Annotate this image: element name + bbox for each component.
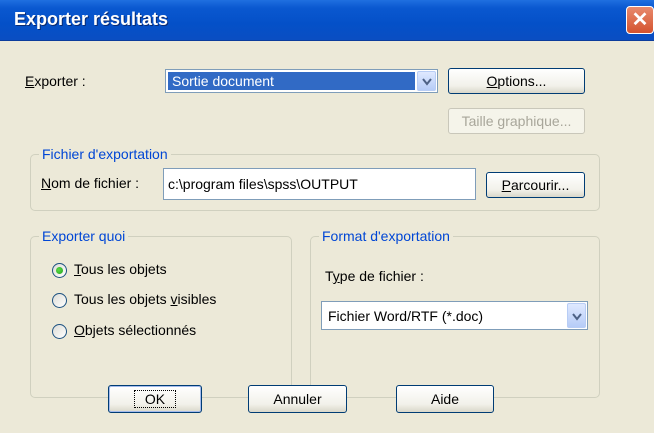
taille-graphique-button[interactable]: Taille graphique... [448, 108, 585, 134]
chevron-down-icon [422, 78, 432, 86]
export-label: Exporter : [25, 73, 86, 89]
type-fichier-label: Type de fichier : [325, 268, 424, 284]
close-icon: ✕ [631, 9, 649, 31]
window-title: Exporter résultats [14, 9, 169, 29]
close-button[interactable]: ✕ [626, 6, 654, 34]
dialog-body: Exporter : Sortie document Options... Ta… [0, 41, 654, 433]
export-select-arrow[interactable] [417, 71, 436, 91]
radio-objets-visibles[interactable] [52, 293, 67, 308]
type-fichier-select[interactable]: Fichier Word/RTF (*.doc) [321, 301, 588, 330]
nom-fichier-label: Nom de fichier : [41, 175, 140, 191]
ok-button[interactable]: OK [108, 385, 202, 413]
fichier-export-legend: Fichier d'exportation [39, 146, 171, 162]
radio-objets-selectionnes[interactable] [52, 324, 67, 339]
radio-objets-visibles-label[interactable]: Tous les objets visibles [74, 291, 216, 307]
parcourir-button[interactable]: Parcourir... [486, 172, 585, 198]
format-export-legend: Format d'exportation [319, 228, 453, 244]
options-button[interactable]: Options... [448, 68, 585, 94]
radio-tous-objets[interactable] [52, 263, 67, 278]
chevron-down-icon [572, 313, 582, 321]
annuler-button[interactable]: Annuler [248, 385, 347, 413]
aide-button[interactable]: Aide [396, 385, 494, 413]
radio-selected-dot [56, 267, 63, 274]
export-select-value: Sortie document [172, 73, 274, 89]
type-fichier-value: Fichier Word/RTF (*.doc) [328, 308, 484, 324]
nom-fichier-input[interactable]: c:\program files\spss\OUTPUT [163, 168, 476, 200]
ok-button-label: OK [133, 390, 177, 408]
title-bar[interactable]: Exporter résultats ✕ [0, 0, 654, 41]
exporter-quoi-legend: Exporter quoi [39, 228, 129, 244]
nom-fichier-value: c:\program files\spss\OUTPUT [168, 176, 358, 192]
radio-objets-selectionnes-label[interactable]: Objets sélectionnés [74, 322, 196, 338]
export-select[interactable]: Sortie document [165, 69, 438, 93]
type-fichier-arrow[interactable] [567, 303, 586, 328]
radio-tous-objets-label[interactable]: Tous les objets [74, 261, 167, 277]
